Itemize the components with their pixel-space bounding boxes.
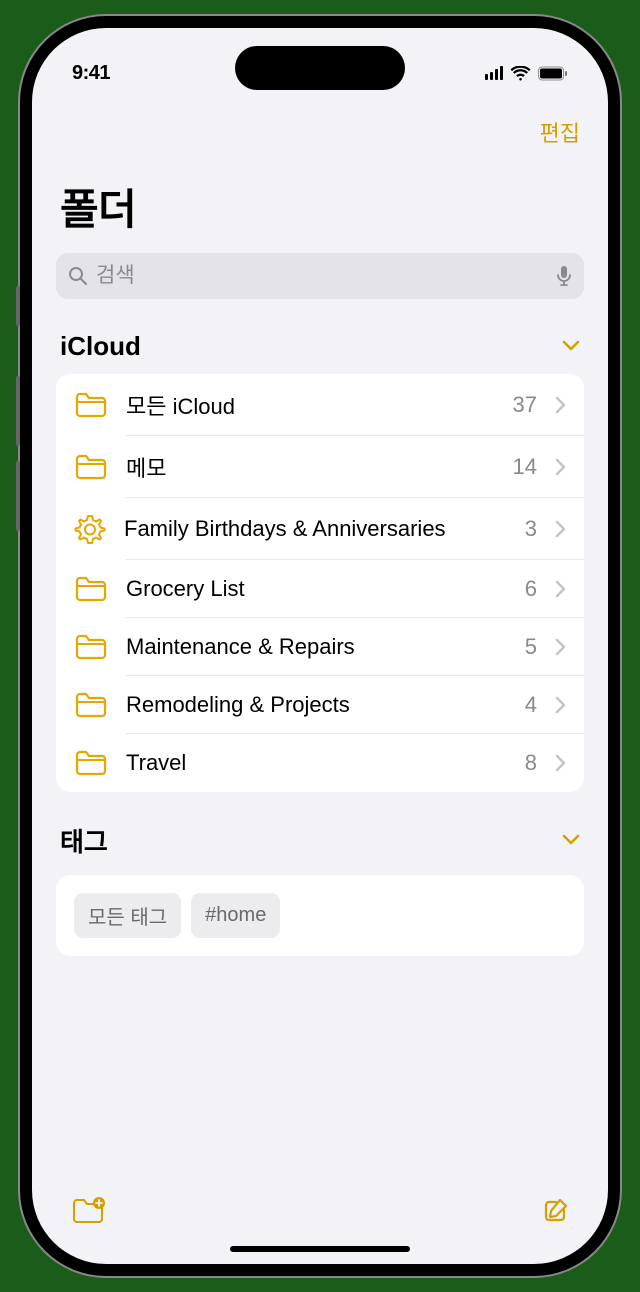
folder-icon: [74, 453, 108, 481]
folder-row[interactable]: Travel 8: [56, 734, 584, 792]
compose-button[interactable]: [540, 1196, 570, 1226]
folder-name: Remodeling & Projects: [126, 692, 507, 718]
chevron-right-icon: [555, 638, 566, 656]
icloud-section-title: iCloud: [60, 331, 141, 362]
search-field[interactable]: [56, 253, 584, 299]
folder-icon: [74, 575, 108, 603]
chevron-right-icon: [555, 580, 566, 598]
tags-container: 모든 태그#home: [56, 875, 584, 956]
battery-icon: [538, 66, 568, 81]
folder-row[interactable]: Maintenance & Repairs 5: [56, 618, 584, 676]
chevron-down-icon: [562, 832, 580, 850]
folder-count: 5: [525, 634, 537, 660]
folder-count: 3: [525, 516, 537, 542]
wifi-icon: [510, 66, 531, 81]
folder-icon: [74, 391, 108, 419]
page-title: 폴더: [32, 148, 608, 253]
folder-count: 37: [513, 392, 537, 418]
chevron-right-icon: [555, 458, 566, 476]
tag-pill[interactable]: 모든 태그: [74, 893, 181, 938]
icloud-section-header[interactable]: iCloud: [32, 323, 608, 368]
folder-row[interactable]: 모든 iCloud 37: [56, 374, 584, 436]
mic-icon[interactable]: [556, 265, 572, 287]
folder-name: Grocery List: [126, 576, 507, 602]
folder-name: Maintenance & Repairs: [126, 634, 507, 660]
folder-icon: [74, 691, 108, 719]
chevron-right-icon: [555, 520, 566, 538]
folder-name: Family Birthdays & Anniversaries: [124, 516, 507, 542]
folder-name: Travel: [126, 750, 507, 776]
folder-name: 모든 iCloud: [126, 389, 495, 421]
edit-button[interactable]: 편집: [540, 116, 580, 148]
folder-row[interactable]: Family Birthdays & Anniversaries 3: [56, 498, 584, 560]
search-input[interactable]: [88, 264, 556, 288]
folder-row[interactable]: Remodeling & Projects 4: [56, 676, 584, 734]
phone-frame: 9:41: [20, 16, 620, 1276]
folder-count: 4: [525, 692, 537, 718]
folder-list: 모든 iCloud 37 메모 14 Family Birthdays & Anni…: [56, 374, 584, 792]
nav-bar: 편집: [32, 96, 608, 148]
tags-section-header[interactable]: 태그: [32, 798, 608, 869]
cellular-signal-icon: [485, 66, 503, 80]
folder-icon: [74, 633, 108, 661]
chevron-down-icon: [562, 338, 580, 356]
status-time: 9:41: [72, 62, 110, 85]
folder-row[interactable]: 메모 14: [56, 436, 584, 498]
search-icon: [68, 266, 88, 286]
home-indicator[interactable]: [230, 1246, 410, 1252]
screen: 9:41: [32, 28, 608, 1264]
folder-count: 6: [525, 576, 537, 602]
chevron-right-icon: [555, 696, 566, 714]
chevron-right-icon: [555, 396, 566, 414]
folder-row[interactable]: Grocery List 6: [56, 560, 584, 618]
status-indicators: [485, 66, 568, 81]
new-folder-button[interactable]: [70, 1196, 106, 1226]
folder-name: 메모: [126, 451, 495, 483]
tag-pill[interactable]: #home: [191, 893, 280, 938]
folder-icon: [74, 749, 108, 777]
tags-section-title: 태그: [60, 822, 108, 859]
gear-icon: [74, 513, 106, 545]
dynamic-island: [235, 46, 405, 90]
chevron-right-icon: [555, 754, 566, 772]
folder-count: 8: [525, 750, 537, 776]
folder-count: 14: [513, 454, 537, 480]
